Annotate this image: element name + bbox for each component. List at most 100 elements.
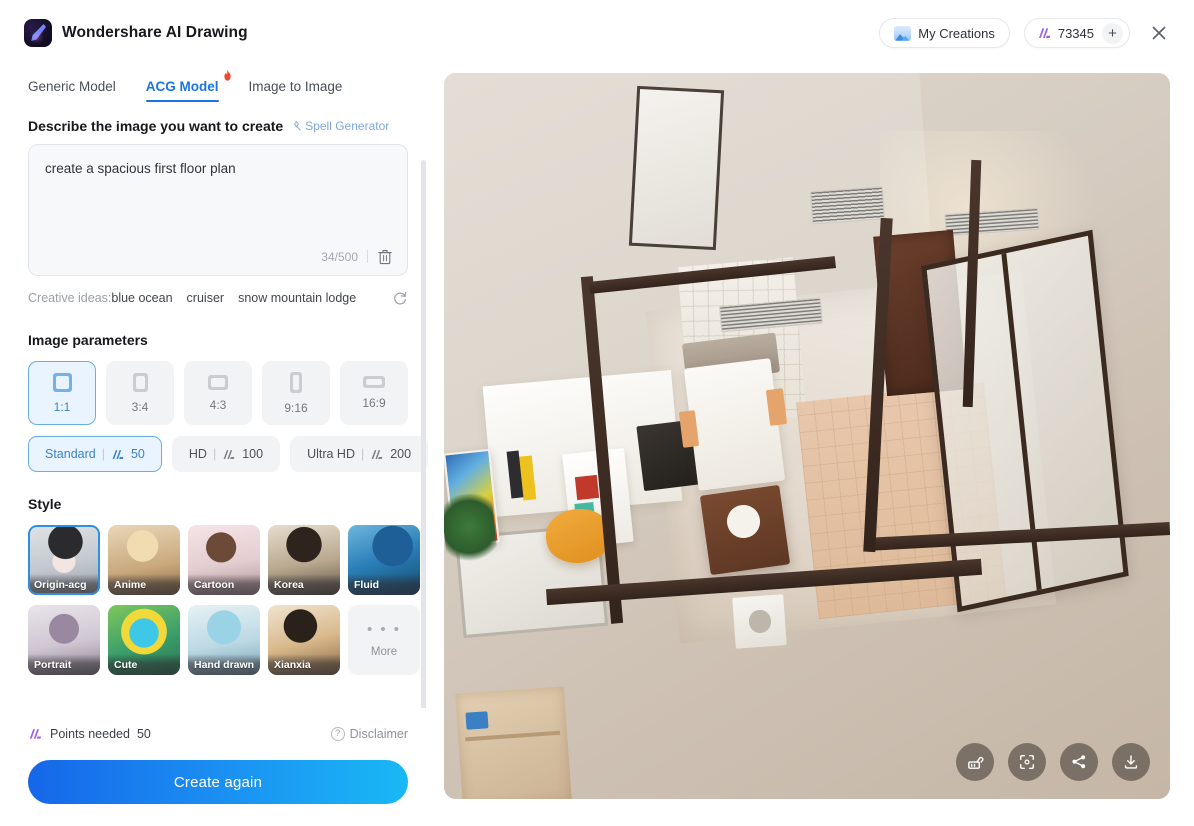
quality-separator: | [212,447,217,461]
prompt-heading: Describe the image you want to create [28,118,284,134]
brand: Wondershare AI Drawing [24,19,248,47]
my-creations-button[interactable]: My Creations [879,18,1010,48]
style-option-xianxia-label: Xianxia [268,654,340,675]
question-mark-icon: ? [330,727,345,741]
points-needed-value: 50 [136,727,151,741]
prompt-divider [367,250,368,263]
prompt-footer: 34/500 [321,248,393,265]
ratio-option-9-16-label: 9:16 [284,400,308,415]
aspect-ratio-group: 1:1 3:4 4:3 9:16 16:9 [28,361,408,425]
prompt-input[interactable]: create a spacious first floor plan 34/50… [28,144,408,276]
image-parameters-title: Image parameters [28,332,148,348]
style-option-hand-drawn[interactable]: Hand drawn [188,605,260,675]
style-option-cute[interactable]: Cute [108,605,180,675]
download-icon[interactable] [1112,743,1150,781]
ratio-option-1-1[interactable]: 1:1 [28,361,96,425]
ratio-tall-icon [290,371,302,393]
trash-icon[interactable] [377,248,393,265]
generated-image [444,73,1170,799]
ratio-option-16-9-label: 16:9 [362,396,386,410]
ratio-option-3-4-label: 3:4 [131,399,149,414]
points-coin-icon [28,727,43,742]
quality-option-hd[interactable]: HD | 100 [171,436,281,472]
quality-option-hd-label: HD [188,447,207,461]
sidebar-scrollbar[interactable] [421,160,426,738]
style-option-hand-drawn-label: Hand drawn [188,654,260,675]
style-option-portrait-label: Portrait [28,654,100,675]
tab-generic-model-label: Generic Model [28,79,116,94]
ratio-option-16-9[interactable]: 16:9 [340,361,408,425]
refresh-icon[interactable] [392,290,408,306]
create-again-button[interactable]: Create again [28,760,408,804]
wondershare-logo-icon [24,19,52,47]
quality-option-ultra-hd-label: Ultra HD [307,447,355,461]
creative-ideas-label: Creative ideas: [28,291,112,305]
quality-option-standard[interactable]: Standard | 50 [28,436,162,472]
quality-separator: | [101,447,105,461]
style-title: Style [28,496,62,512]
style-option-cartoon[interactable]: Cartoon [188,525,260,595]
ratio-portrait-icon [132,372,148,392]
image-preview[interactable] [444,73,1170,799]
creative-idea-blue-ocean[interactable]: blue ocean [111,291,172,305]
style-option-korea[interactable]: Korea [268,525,340,595]
tab-generic-model[interactable]: Generic Model [28,79,116,102]
points-value: 73345 [1057,25,1094,41]
points-coin-icon [222,448,236,461]
style-option-anime[interactable]: Anime [108,525,180,595]
style-option-xianxia[interactable]: Xianxia [268,605,340,675]
points-coin-icon [111,448,125,461]
points-needed: Points needed 50 [28,727,151,742]
points-button[interactable]: 73345 + [1023,18,1130,48]
quality-option-standard-label: Standard [45,447,96,461]
add-points-button[interactable]: + [1102,22,1123,44]
style-option-anime-label: Anime [108,574,180,595]
tab-acg-model[interactable]: ACG Model [145,70,231,102]
quality-option-standard-cost: 50 [130,447,145,461]
left-panel-footer: Points needed 50 ? Disclaimer Create aga… [0,708,436,826]
image-gallery-icon [894,25,912,41]
points-coin-icon [370,448,384,461]
close-button[interactable] [1144,18,1174,48]
fullscreen-icon[interactable] [1008,743,1046,781]
app-title: Wondershare AI Drawing [62,24,248,41]
app-header: Wondershare AI Drawing My Creations 7334… [0,0,1194,66]
ratio-option-4-3-label: 4:3 [209,397,227,412]
quality-group: Standard | 50 HD | 100 Ultra HD | 200 [28,436,429,472]
disclaimer-link[interactable]: ? Disclaimer [330,727,408,741]
ratio-square-icon [52,372,72,392]
style-option-cartoon-label: Cartoon [188,574,260,595]
prompt-counter: 34/500 [321,249,358,264]
retouch-icon[interactable] [956,743,994,781]
style-option-portrait[interactable]: Portrait [28,605,100,675]
style-option-more[interactable]: • • • More [348,605,420,675]
style-option-korea-label: Korea [268,574,340,595]
creative-idea-snow-mountain-lodge[interactable]: snow mountain lodge [238,291,356,305]
fire-icon [223,70,231,81]
ratio-option-4-3[interactable]: 4:3 [184,361,252,425]
points-needed-row: Points needed 50 ? Disclaimer [28,718,408,750]
quality-option-ultra-hd[interactable]: Ultra HD | 200 [290,436,429,472]
header-actions: My Creations 73345 + [879,18,1174,48]
model-tabs: Generic Model ACG Model Image to Image [0,62,436,102]
ratio-option-9-16[interactable]: 9:16 [262,361,330,425]
prompt-header: Describe the image you want to create Sp… [28,118,408,134]
points-needed-label: Points needed [50,727,130,741]
quality-option-hd-cost: 100 [242,447,264,461]
ratio-option-3-4[interactable]: 3:4 [106,361,174,425]
share-icon[interactable] [1060,743,1098,781]
spell-generator-button[interactable]: Spell Generator [291,119,389,133]
spell-generator-label: Spell Generator [305,119,390,133]
settings-scroll-area: Describe the image you want to create Sp… [0,102,436,752]
disclaimer-label: Disclaimer [349,727,408,741]
style-option-origin-acg[interactable]: Origin-acg [28,525,100,595]
sparkle-diamond-icon [294,120,302,131]
left-panel: Generic Model ACG Model Image to Image D… [0,62,436,826]
tab-image-to-image[interactable]: Image to Image [249,79,343,102]
ratio-option-1-1-label: 1:1 [53,399,71,414]
tab-image-to-image-label: Image to Image [248,79,343,94]
style-option-fluid[interactable]: Fluid [348,525,420,595]
app-window: Wondershare AI Drawing My Creations 7334… [0,0,1194,826]
creative-idea-cruiser[interactable]: cruiser [187,291,225,305]
creative-ideas-row: Creative ideas: blue ocean cruiser snow … [28,288,408,308]
